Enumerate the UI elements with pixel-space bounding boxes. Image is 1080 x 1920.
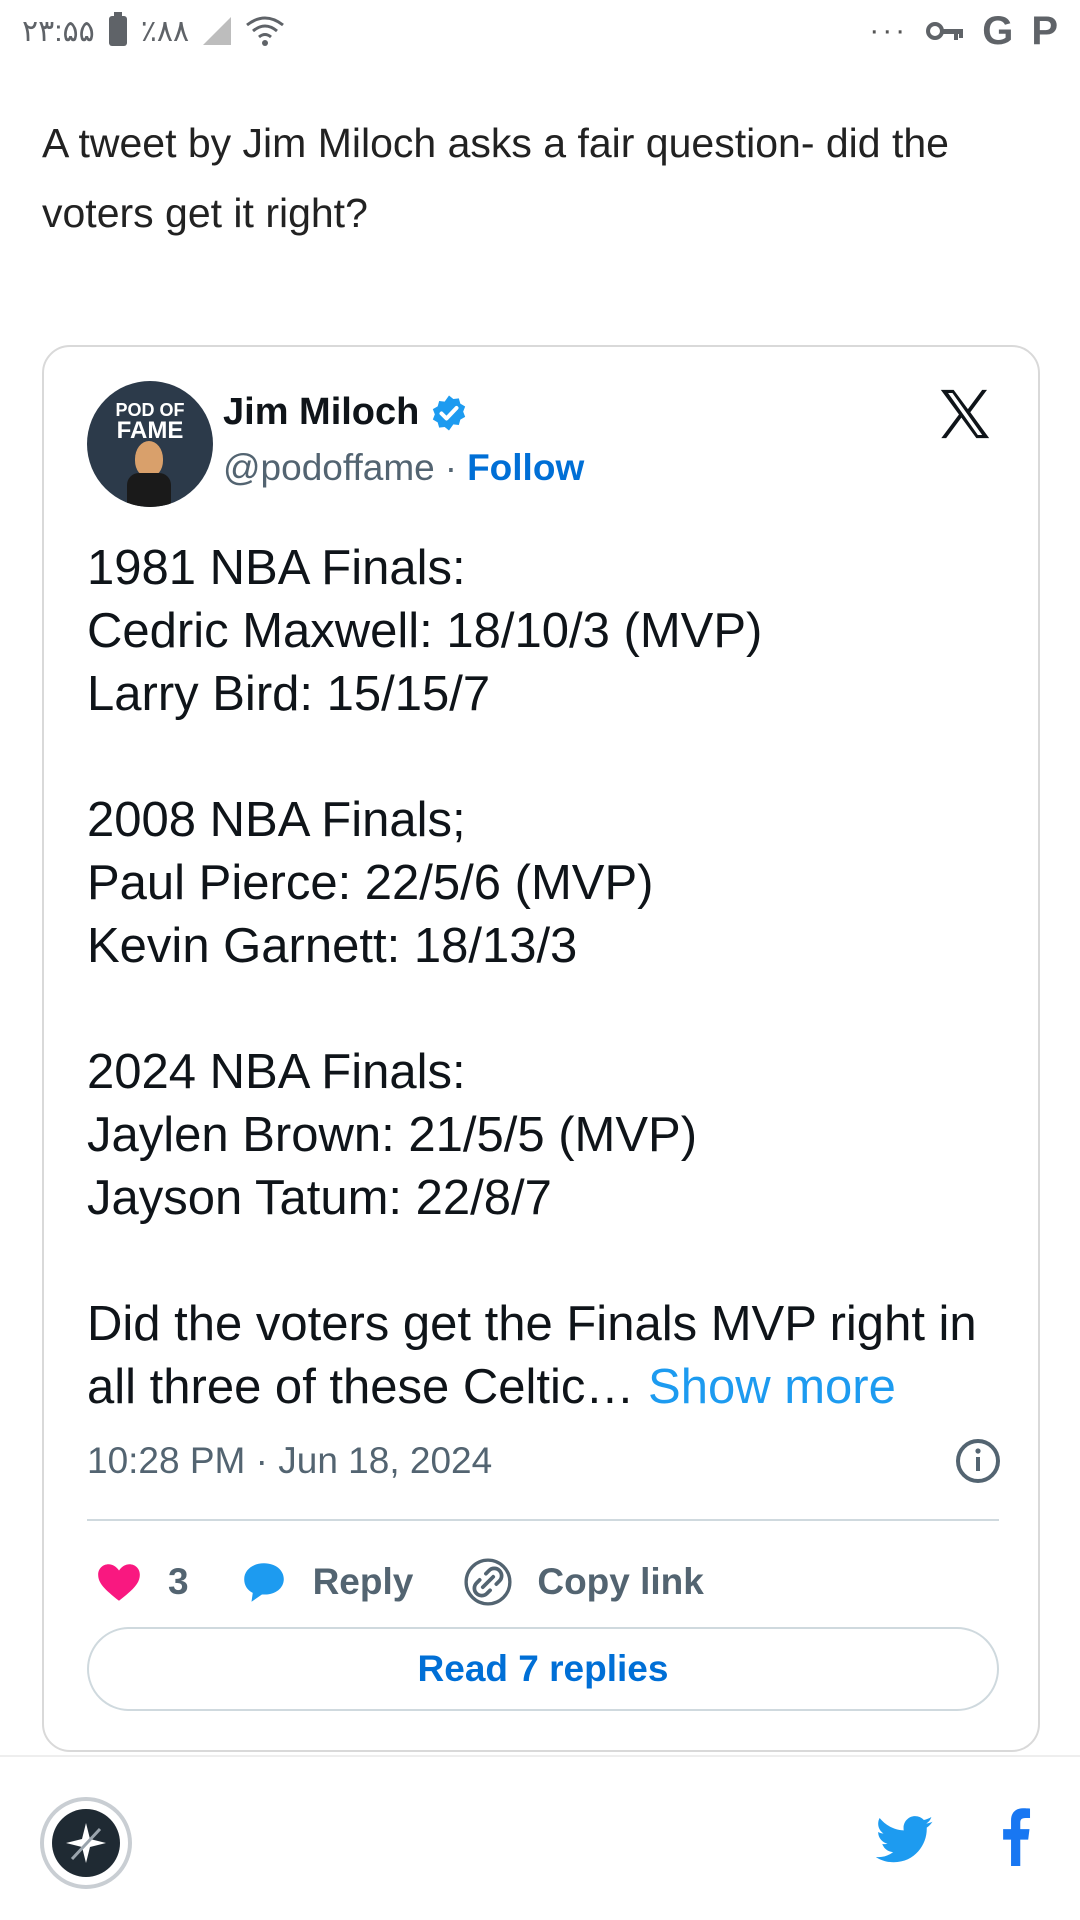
signal-icon [203,17,232,45]
avatar-text-bottom: FAME [116,417,184,444]
p-app-icon: P [1031,8,1058,53]
wifi-icon [246,16,285,46]
avatar-logo-text: POD OF FAME [87,401,213,443]
reply-label: Reply [312,1561,414,1602]
status-time: ۲۳:۵۵ [22,14,95,48]
x-logo-icon[interactable] [936,385,994,443]
info-icon[interactable] [954,1437,1002,1485]
embedded-tweet-card: POD OF FAME Jim Miloch @podoffame · Foll… [42,345,1040,1752]
twitter-share-icon[interactable] [876,1815,934,1865]
site-logo-inner [52,1809,120,1877]
tweet-paragraph-2024: 2024 NBA Finals: Jaylen Brown: 21/5/5 (M… [87,1045,698,1225]
copy-link-label: Copy link [537,1561,704,1602]
follow-link[interactable]: Follow [467,447,584,489]
handle-separator: · [444,447,458,488]
status-left: ۲۳:۵۵ ٪۸۸ [22,12,285,49]
more-dots-icon: ··· [869,14,909,47]
key-icon [926,22,964,40]
google-icon: G [982,8,1014,53]
author-handle[interactable]: @podoffame [223,447,435,489]
battery-percent: ٪۸۸ [140,14,190,48]
reply-bubble-icon [243,1563,284,1602]
author-avatar[interactable]: POD OF FAME [87,381,213,507]
tweet-divider [87,1519,999,1521]
footer-divider [0,1755,1080,1757]
show-more-link[interactable]: Show more [648,1360,896,1414]
tweet-paragraph-question: Did the voters get the Finals MVP right … [87,1293,1007,1419]
reply-button[interactable]: Reply [239,1557,414,1607]
battery-icon [108,12,127,46]
copy-link-button[interactable]: Copy link [463,1557,704,1607]
tweet-timestamp[interactable]: 10:28 PM · Jun 18, 2024 [87,1440,492,1482]
heart-icon [98,1564,140,1601]
timestamp-row: 10:28 PM · Jun 18, 2024 [87,1437,1002,1485]
like-button[interactable]: 3 [94,1557,189,1607]
link-icon [464,1558,512,1606]
tweet-body: 1981 NBA Finals: Cedric Maxwell: 18/10/3… [87,537,1007,1419]
read-replies-button[interactable]: Read 7 replies [87,1627,999,1711]
verified-badge-icon [433,395,466,430]
like-count: 3 [168,1561,189,1602]
author-name[interactable]: Jim Miloch [223,391,419,434]
tweet-paragraph-1981: 1981 NBA Finals: Cedric Maxwell: 18/10/3… [87,541,763,721]
facebook-share-icon[interactable] [998,1808,1032,1866]
site-logo-emblem-icon [66,1823,106,1863]
sbnation-site-logo[interactable] [40,1797,132,1889]
tweet-paragraph-2008: 2008 NBA Finals; Paul Pierce: 22/5/6 (MV… [87,793,654,973]
handle-row: @podoffame · Follow [223,447,584,489]
tweet-actions: 3 Reply Copy link [94,1547,754,1617]
article-intro: A tweet by Jim Miloch asks a fair questi… [42,120,949,236]
status-bar: ۲۳:۵۵ ٪۸۸ ··· G P [0,0,1080,62]
avatar-face [135,441,163,477]
author-name-row[interactable]: Jim Miloch [223,391,469,434]
avatar-body [127,473,171,507]
status-right: ··· G P [869,9,1058,54]
